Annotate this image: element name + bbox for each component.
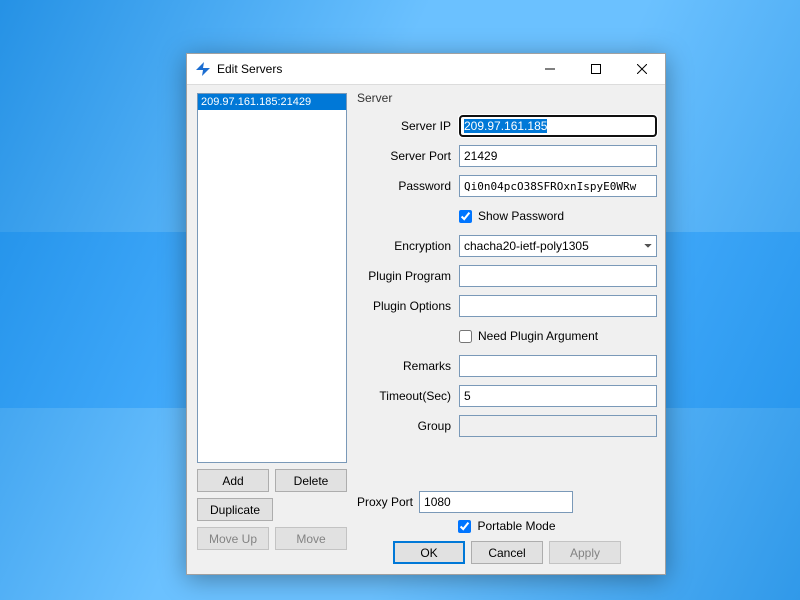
server-port-input[interactable] (459, 145, 657, 167)
ok-button[interactable]: OK (393, 541, 465, 564)
proxy-port-input[interactable] (419, 491, 573, 513)
add-button[interactable]: Add (197, 469, 269, 492)
plugin-options-input[interactable] (459, 295, 657, 317)
server-group: Server Server IP Server Port P (357, 93, 657, 443)
password-input[interactable] (459, 175, 657, 197)
timeout-input[interactable] (459, 385, 657, 407)
edit-servers-window: Edit Servers 209.97.161.185:21429 (186, 53, 666, 575)
portable-mode-box[interactable] (458, 520, 471, 533)
minimize-button[interactable] (527, 54, 573, 84)
desktop-background: Edit Servers 209.97.161.185:21429 (0, 0, 800, 600)
timeout-label: Timeout(Sec) (357, 389, 459, 403)
cancel-button[interactable]: Cancel (471, 541, 543, 564)
server-ip-label: Server IP (357, 119, 459, 133)
server-ip-input[interactable] (459, 115, 657, 137)
app-icon (195, 61, 211, 77)
move-button: Move (275, 527, 347, 550)
duplicate-button[interactable]: Duplicate (197, 498, 273, 521)
move-up-button: Move Up (197, 527, 269, 550)
titlebar[interactable]: Edit Servers (187, 54, 665, 85)
window-title: Edit Servers (217, 62, 282, 76)
show-password-box[interactable] (459, 210, 472, 223)
portable-mode-checkbox[interactable]: Portable Mode (458, 519, 555, 533)
need-plugin-arg-label: Need Plugin Argument (478, 329, 598, 343)
plugin-program-input[interactable] (459, 265, 657, 287)
server-listbox[interactable]: 209.97.161.185:21429 (197, 93, 347, 463)
encryption-label: Encryption (357, 239, 459, 253)
password-label: Password (357, 179, 459, 193)
delete-button[interactable]: Delete (275, 469, 347, 492)
group-input[interactable] (459, 415, 657, 437)
proxy-port-label: Proxy Port (357, 495, 413, 509)
group-label: Group (357, 419, 459, 433)
close-button[interactable] (619, 54, 665, 84)
server-port-label: Server Port (357, 149, 459, 163)
server-list-item[interactable]: 209.97.161.185:21429 (198, 94, 346, 110)
remarks-input[interactable] (459, 355, 657, 377)
encryption-select[interactable]: chacha20-ietf-poly1305 (459, 235, 657, 257)
plugin-program-label: Plugin Program (357, 269, 459, 283)
show-password-label: Show Password (478, 209, 564, 223)
apply-button: Apply (549, 541, 621, 564)
need-plugin-arg-checkbox[interactable]: Need Plugin Argument (459, 329, 657, 343)
need-plugin-arg-box[interactable] (459, 330, 472, 343)
group-title: Server (357, 91, 392, 105)
maximize-button[interactable] (573, 54, 619, 84)
portable-mode-label: Portable Mode (477, 519, 555, 533)
remarks-label: Remarks (357, 359, 459, 373)
plugin-options-label: Plugin Options (357, 299, 459, 313)
show-password-checkbox[interactable]: Show Password (459, 209, 657, 223)
